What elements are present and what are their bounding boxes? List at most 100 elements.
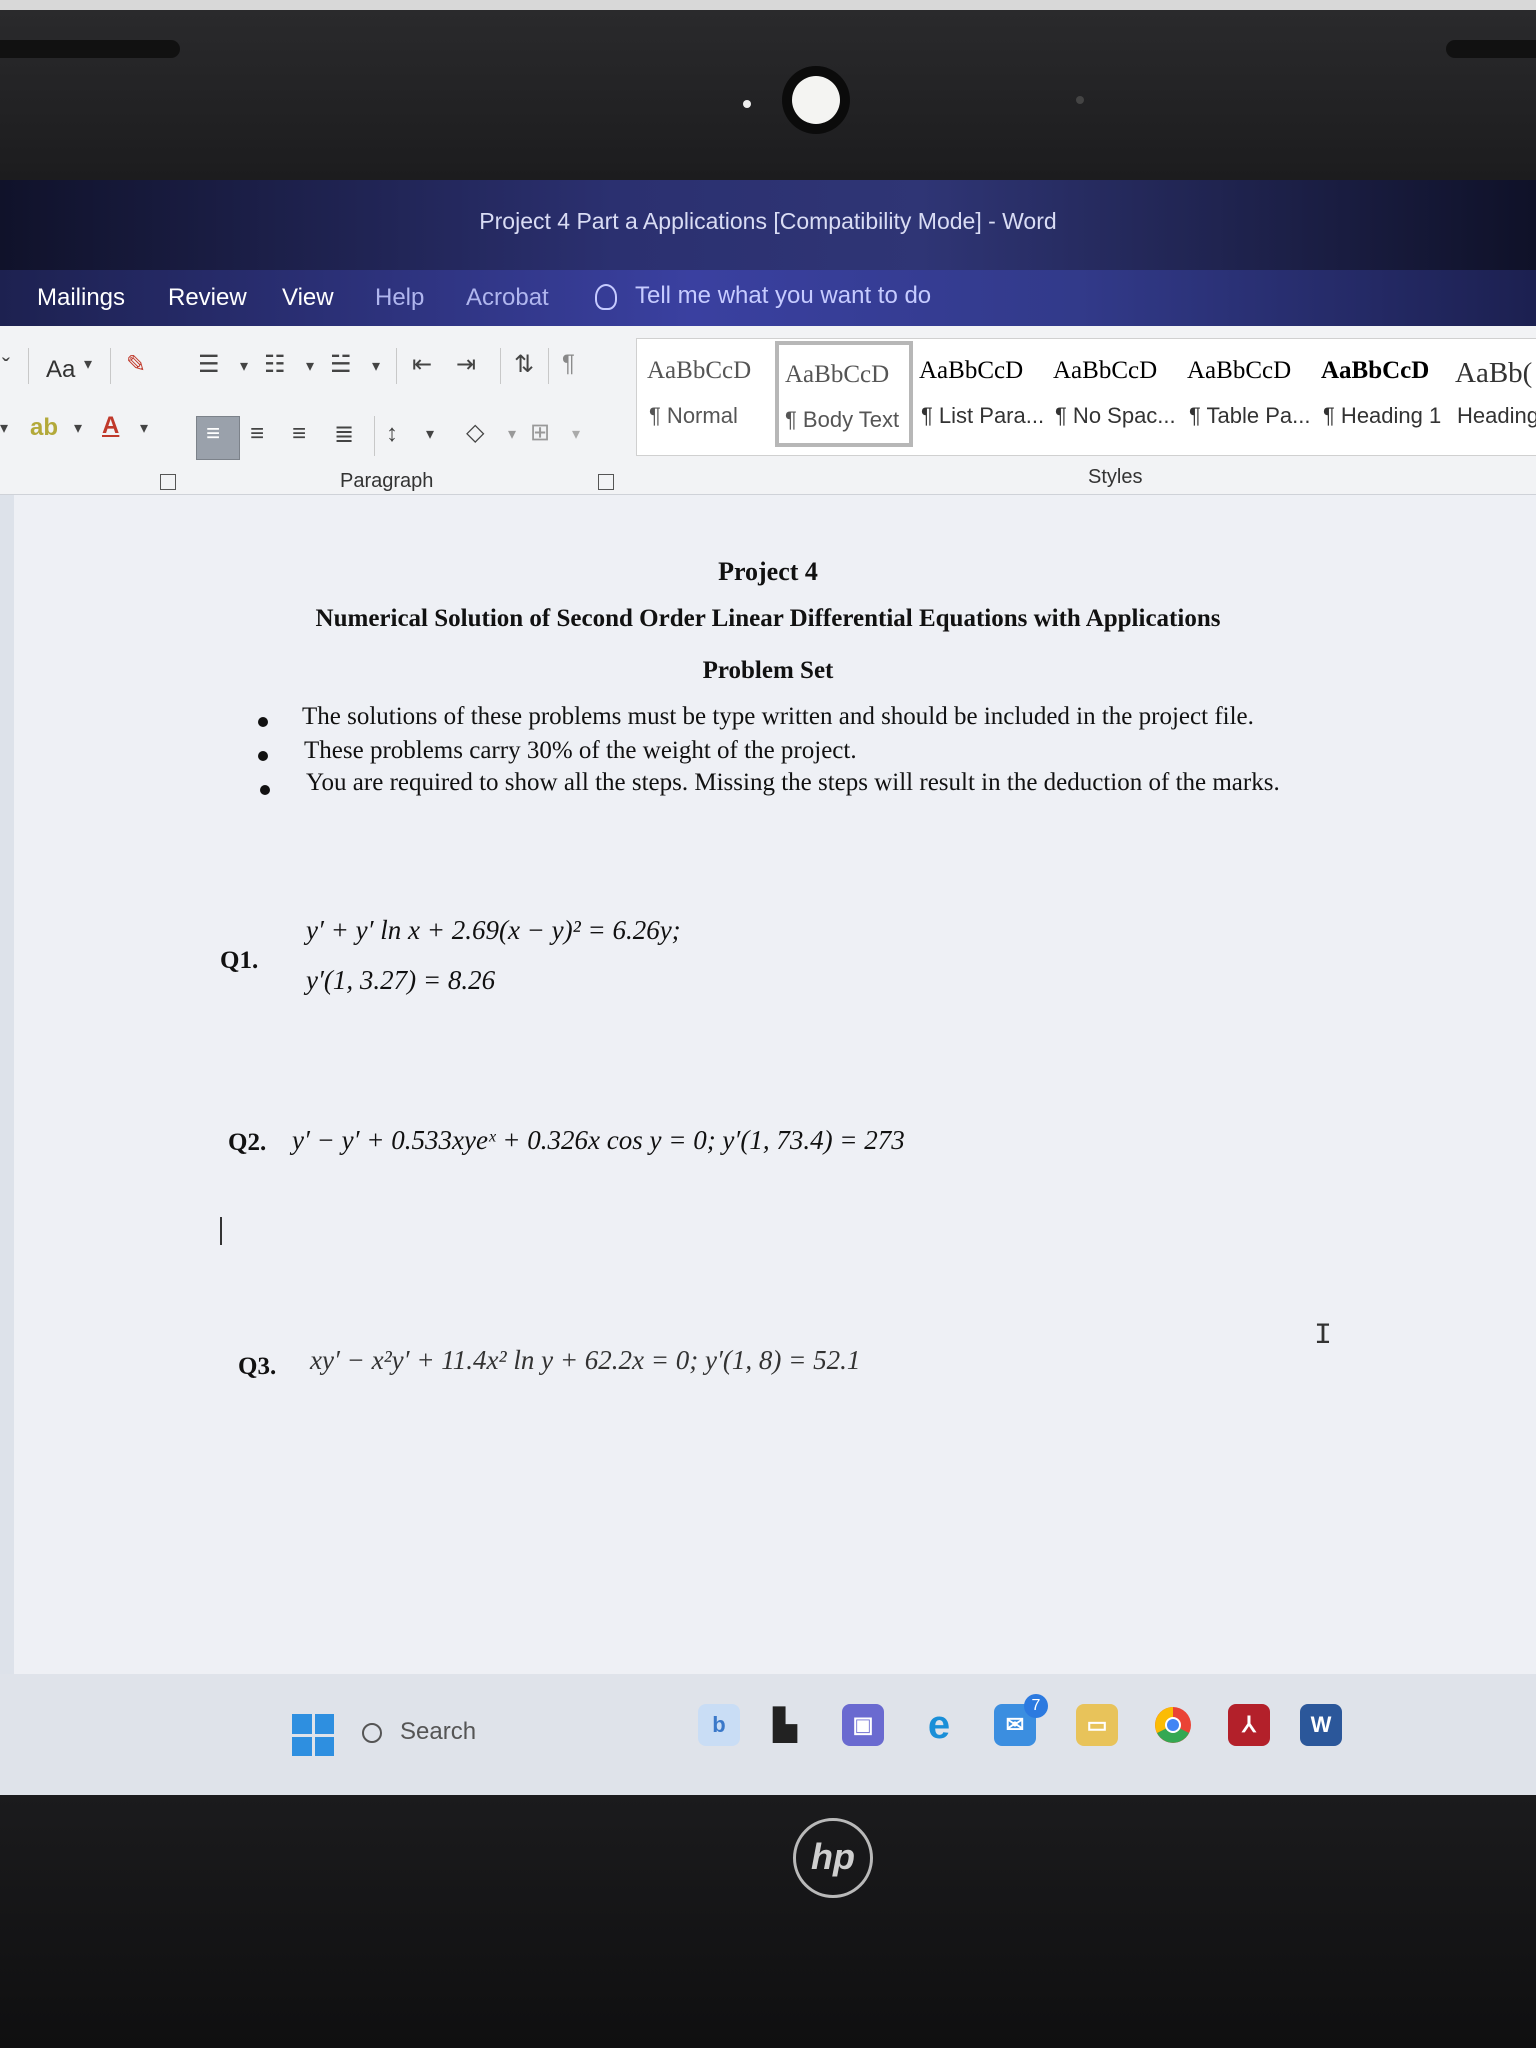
style-heading-2[interactable]: AaBb( Heading: [1445, 339, 1536, 443]
document-subtitle: Numerical Solution of Second Order Linea…: [315, 605, 1221, 632]
webcam-shutter-icon: [792, 76, 840, 124]
style-no-spacing[interactable]: AaBbCcD ¶ No Spac...: [1043, 339, 1176, 443]
decrease-indent-icon[interactable]: ⇤: [412, 350, 432, 379]
mail-badge: 7: [1024, 1694, 1048, 1718]
style-table-paragraph[interactable]: AaBbCcD ¶ Table Pa...: [1177, 339, 1311, 443]
search-icon: [362, 1722, 382, 1743]
q2-equation: y′ − y′ + 0.533xyeˣ + 0.326x cos y = 0; …: [292, 1125, 905, 1155]
styles-gallery: AaBbCcD ¶ Normal AaBbCcD ¶ Body Text AaB…: [636, 338, 1536, 456]
tell-me-text: Tell me what you want to do: [635, 282, 932, 309]
chevron-down-icon[interactable]: ▾: [74, 418, 82, 438]
align-right-icon[interactable]: ≡: [292, 420, 306, 448]
sensor-dot: [743, 100, 751, 108]
shrink-font-icon[interactable]: ˇ: [2, 354, 10, 382]
bullet-text: You are required to show all the steps. …: [306, 769, 1280, 796]
task-view-icon[interactable]: ▙: [764, 1704, 806, 1746]
font-dialog-launcher-icon[interactable]: [160, 474, 176, 490]
screen: Project 4 Part a Applications [Compatibi…: [0, 180, 1536, 1795]
file-explorer-icon[interactable]: ▭: [1076, 1704, 1118, 1746]
numbering-icon[interactable]: ☷: [264, 350, 286, 379]
change-case-button[interactable]: Aa: [46, 356, 75, 384]
align-left-icon: ≡: [206, 420, 221, 447]
section-title: Problem Set: [702, 657, 834, 684]
ribbon: ˇ Aa ▾ ✎ ▾ ab ▾ A ▾ ☰ ▾ ☷ ▾ ☱ ▾ ⇤ ⇥ ⇅ ¶ …: [0, 326, 1536, 495]
paragraph-dialog-launcher-icon[interactable]: [598, 474, 614, 490]
tab-view[interactable]: View: [282, 284, 334, 312]
bullet-icon: [260, 785, 270, 795]
tell-me-box[interactable]: Tell me what you want to do: [595, 282, 931, 310]
chevron-down-icon[interactable]: ▾: [306, 356, 314, 376]
tab-review[interactable]: Review: [168, 284, 247, 312]
windows-start-icon[interactable]: [292, 1714, 334, 1756]
ibeam-cursor-icon: I: [1314, 1319, 1333, 1353]
style-list-paragraph[interactable]: AaBbCcD ¶ List Para...: [909, 339, 1044, 443]
line-spacing-icon[interactable]: ↕: [386, 420, 398, 448]
style-sample: AaBbCcD: [785, 361, 890, 388]
style-name: ¶ List Para...: [921, 403, 1045, 428]
style-sample: AaBbCcD: [1321, 357, 1430, 384]
bullet-text: These problems carry 30% of the weight o…: [304, 737, 857, 764]
chevron-down-icon[interactable]: ▾: [426, 424, 434, 444]
bullet-icon: [258, 751, 268, 761]
style-normal[interactable]: AaBbCcD ¶ Normal: [637, 339, 767, 443]
teams-chat-icon[interactable]: ▣: [842, 1704, 884, 1746]
bezel-edge-left: [0, 40, 180, 58]
laptop-bezel: [0, 0, 1536, 180]
sort-icon[interactable]: ⇅: [514, 350, 534, 379]
taskbar-search[interactable]: Search: [362, 1718, 476, 1746]
tab-mailings[interactable]: Mailings: [37, 284, 125, 312]
text-cursor: [220, 1217, 222, 1245]
align-center-icon[interactable]: ≡: [250, 420, 264, 448]
shading-icon[interactable]: ◇: [466, 418, 484, 447]
divider: [28, 348, 29, 384]
acrobat-icon[interactable]: ⅄: [1228, 1704, 1270, 1746]
style-name: ¶ Table Pa...: [1189, 403, 1311, 428]
chevron-down-icon[interactable]: ▾: [240, 356, 248, 376]
q1-equation: y′ + y′ ln x + 2.69(x − y)² = 6.26y;: [306, 915, 681, 945]
chevron-down-icon[interactable]: ▾: [372, 356, 380, 376]
ribbon-tabs: Mailings Review View Help Acrobat Tell m…: [0, 270, 1536, 326]
sensor-dot: [1076, 96, 1084, 104]
paragraph-group-label: Paragraph: [340, 470, 434, 492]
word-icon[interactable]: W: [1300, 1704, 1342, 1746]
window-title: Project 4 Part a Applications [Compatibi…: [479, 208, 1057, 234]
divider: [110, 348, 111, 384]
tab-help[interactable]: Help: [375, 284, 424, 312]
question-label-q3: Q3.: [238, 1353, 277, 1380]
style-sample: AaBbCcD: [919, 357, 1024, 384]
font-color-icon[interactable]: A: [102, 412, 119, 440]
copilot-icon[interactable]: b: [698, 1704, 740, 1746]
q1-initial-condition: y′(1, 3.27) = 8.26: [306, 965, 496, 995]
highlight-color-icon[interactable]: ab: [30, 414, 58, 442]
chevron-down-icon[interactable]: ▾: [572, 424, 580, 444]
borders-icon[interactable]: ⊞: [530, 418, 550, 447]
divider: [374, 416, 375, 456]
chevron-down-icon[interactable]: ▾: [0, 418, 8, 438]
tab-acrobat[interactable]: Acrobat: [466, 284, 549, 312]
style-body-text[interactable]: AaBbCcD ¶ Body Text: [775, 341, 913, 447]
style-name: ¶ Heading 1: [1323, 403, 1442, 428]
bullet-icon: [258, 717, 268, 727]
increase-indent-icon[interactable]: ⇥: [456, 350, 476, 379]
multilevel-list-icon[interactable]: ☱: [330, 350, 352, 379]
style-sample: AaBbCcD: [1053, 357, 1158, 384]
bullets-icon[interactable]: ☰: [198, 350, 220, 379]
chevron-down-icon[interactable]: ▾: [84, 354, 92, 374]
style-sample: AaBb(: [1455, 357, 1533, 389]
document-page[interactable]: Project 4 Numerical Solution of Second O…: [14, 495, 1536, 1715]
divider: [396, 348, 397, 384]
edge-browser-icon[interactable]: e: [918, 1703, 960, 1747]
style-heading-1[interactable]: AaBbCcD ¶ Heading 1: [1311, 339, 1441, 443]
style-name: ¶ Body Text: [785, 407, 900, 432]
chevron-down-icon[interactable]: ▾: [140, 418, 148, 438]
show-formatting-marks-icon[interactable]: ¶: [562, 350, 575, 378]
hp-logo-icon: hp: [793, 1818, 873, 1898]
justify-icon[interactable]: ≣: [334, 420, 354, 449]
lightbulb-icon: [595, 283, 617, 310]
style-name: Heading: [1457, 403, 1536, 428]
chrome-icon[interactable]: [1152, 1704, 1194, 1746]
bullet-text: The solutions of these problems must be …: [302, 703, 1254, 730]
clear-formatting-icon[interactable]: ✎: [126, 350, 146, 379]
chevron-down-icon[interactable]: ▾: [508, 424, 516, 444]
chrome-logo-icon: [1155, 1707, 1191, 1743]
